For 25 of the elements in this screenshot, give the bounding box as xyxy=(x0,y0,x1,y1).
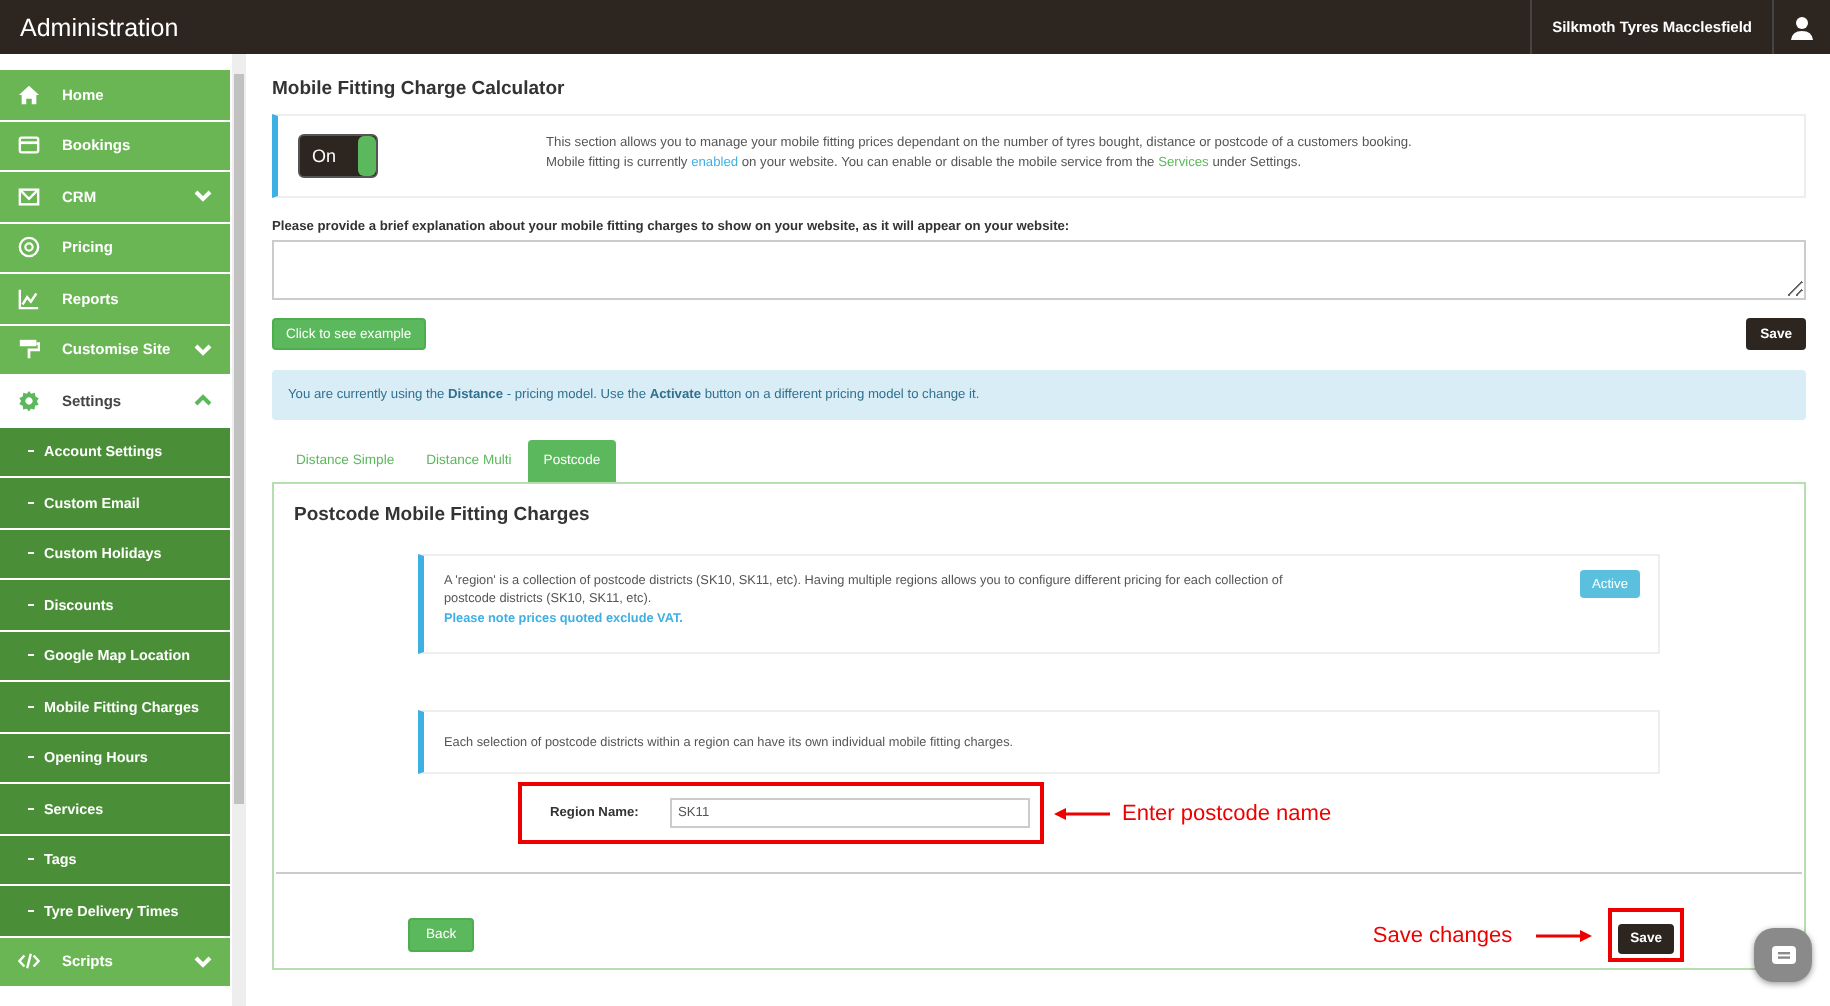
arrow-icon xyxy=(1536,929,1593,941)
chat-button[interactable] xyxy=(1754,928,1812,982)
scrollbar[interactable] xyxy=(232,54,246,1006)
arrow-icon xyxy=(1054,807,1110,819)
page-title: Mobile Fitting Charge Calculator xyxy=(272,78,567,100)
annotation-text: Save changes xyxy=(1372,923,1513,947)
home-icon xyxy=(18,83,40,106)
annotation-text: Enter postcode name xyxy=(1122,801,1332,825)
chevron-icon xyxy=(194,394,212,407)
chat-icon xyxy=(1771,946,1795,964)
user-icon xyxy=(1790,15,1814,39)
explanation-field[interactable] xyxy=(272,240,1806,300)
code-icon xyxy=(18,950,40,973)
chevron-icon xyxy=(194,190,212,203)
toggle-switch[interactable]: On xyxy=(298,134,378,178)
app-title: Administration xyxy=(18,13,179,41)
chevron-icon xyxy=(194,343,212,356)
chevron-icon xyxy=(194,955,212,968)
mail-icon xyxy=(18,185,40,208)
panel-title: Postcode Mobile Fitting Charges xyxy=(294,504,592,526)
roller-icon xyxy=(18,338,40,361)
card-icon xyxy=(18,134,40,157)
gear-icon xyxy=(18,389,40,412)
chart-icon xyxy=(18,287,40,310)
coin-icon xyxy=(18,236,40,259)
